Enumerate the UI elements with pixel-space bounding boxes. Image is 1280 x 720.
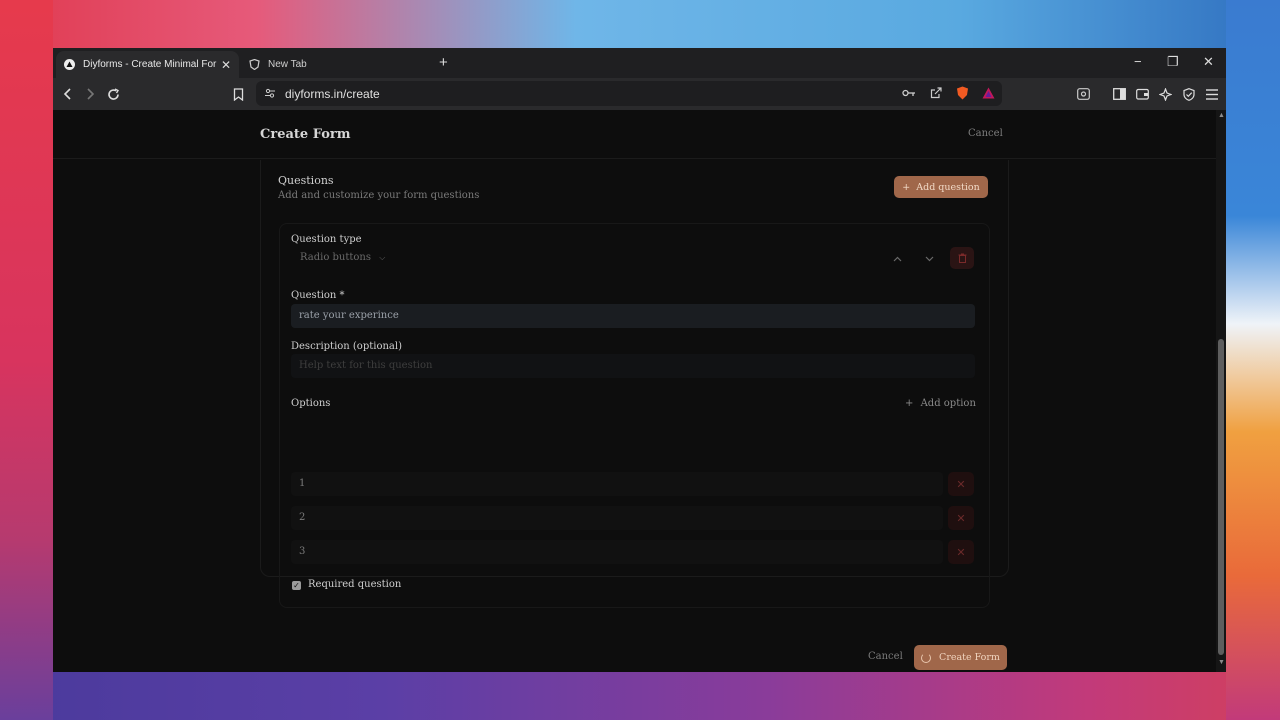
tab-new-tab[interactable]: New Tab [241, 51, 421, 78]
desktop-wallpaper-left [0, 0, 53, 720]
leo-ai-icon[interactable] [1157, 86, 1173, 102]
restore-button[interactable]: ❐ [1167, 54, 1179, 70]
url-text: diyforms.in/create [285, 87, 380, 101]
bookmark-icon[interactable] [230, 86, 246, 102]
loading-spinner-icon [921, 652, 932, 663]
description-label: Description (optional) [291, 341, 402, 352]
chevron-down-icon: ⌵ [379, 253, 386, 262]
desktop-wallpaper-right [1226, 0, 1280, 720]
desktop-wallpaper-bottom [0, 668, 1280, 720]
brave-shields-icon[interactable] [954, 85, 970, 101]
option-input-3[interactable]: 3 [291, 540, 943, 564]
remove-option-2-icon[interactable]: ✕ [948, 506, 974, 530]
create-form-button[interactable]: Create Form [914, 645, 1007, 670]
scroll-up-icon[interactable]: ▲ [1218, 112, 1225, 119]
add-option-button[interactable]: + Add option [905, 398, 976, 409]
page-title: Create Form [260, 127, 351, 142]
option-value: 1 [299, 478, 306, 489]
forward-icon[interactable] [82, 86, 98, 102]
questions-title: Questions [278, 174, 334, 187]
questions-subtitle: Add and customize your form questions [278, 190, 480, 201]
brave-shield-icon [249, 59, 260, 70]
question-label: Question * [291, 290, 345, 301]
browser-window: Diyforms - Create Minimal Forms ✕ New Ta… [53, 48, 1226, 672]
sidebar-icon[interactable] [1111, 86, 1127, 102]
close-window-button[interactable]: ✕ [1203, 54, 1214, 70]
question-type-label: Question type [291, 234, 362, 245]
footer-cancel-button[interactable]: Cancel [868, 651, 903, 662]
add-option-label: Add option [920, 398, 976, 409]
option-input-1[interactable]: 1 [291, 472, 943, 496]
screenshot-icon[interactable] [1075, 86, 1091, 102]
create-form-label: Create Form [939, 652, 1000, 663]
page-scrollbar[interactable]: ▲ ▼ [1216, 110, 1226, 672]
menu-icon[interactable] [1204, 86, 1220, 102]
page-content: Create Form Cancel Questions Add and cus… [53, 110, 1226, 672]
reload-icon[interactable] [105, 86, 121, 102]
key-icon[interactable] [901, 85, 917, 101]
vpn-icon[interactable] [1181, 86, 1197, 102]
plus-icon: + [905, 398, 914, 409]
tab-title: Diyforms - Create Minimal Forms [83, 59, 217, 70]
options-label: Options [291, 398, 331, 409]
question-input[interactable]: rate your experince [291, 304, 975, 328]
brave-rewards-icon[interactable] [980, 85, 996, 101]
add-question-button[interactable]: + Add question [894, 176, 988, 198]
add-question-label: Add question [916, 181, 980, 193]
site-settings-icon[interactable] [262, 85, 278, 101]
new-tab-button[interactable]: + [439, 54, 448, 71]
move-down-icon[interactable] [918, 249, 940, 269]
wallet-icon[interactable] [1134, 86, 1150, 102]
close-tab-icon[interactable]: ✕ [221, 58, 231, 72]
question-type-select[interactable]: Radio buttons ⌵ [300, 252, 385, 263]
option-value: 3 [299, 546, 306, 557]
remove-option-1-icon[interactable]: ✕ [948, 472, 974, 496]
question-type-value: Radio buttons [300, 252, 371, 263]
required-checkbox[interactable]: ✓ [292, 581, 301, 590]
option-value: 2 [299, 512, 306, 523]
plus-icon: + [902, 181, 911, 193]
tab-title: New Tab [268, 59, 307, 70]
remove-option-3-icon[interactable]: ✕ [948, 540, 974, 564]
header-cancel-button[interactable]: Cancel [968, 128, 1003, 139]
scroll-down-icon[interactable]: ▼ [1218, 659, 1225, 666]
tab-diyforms[interactable]: Diyforms - Create Minimal Forms ✕ [56, 51, 239, 78]
move-up-icon[interactable] [886, 249, 908, 269]
option-input-2[interactable]: 2 [291, 506, 943, 530]
address-bar[interactable]: diyforms.in/create [256, 81, 1002, 106]
share-icon[interactable] [928, 85, 944, 101]
browser-toolbar: diyforms.in/create [53, 78, 1226, 110]
tab-bar: Diyforms - Create Minimal Forms ✕ New Ta… [53, 48, 1226, 78]
trash-icon [958, 253, 966, 263]
delete-question-button[interactable] [950, 247, 974, 269]
description-input[interactable]: Help text for this question [291, 354, 975, 378]
scrollbar-thumb[interactable] [1218, 339, 1224, 655]
diyforms-logo-icon [64, 59, 75, 70]
description-placeholder: Help text for this question [299, 360, 433, 371]
question-input-value: rate your experince [299, 310, 399, 321]
required-label: Required question [308, 579, 402, 590]
page-header: Create Form Cancel [53, 110, 1216, 159]
minimize-button[interactable]: − [1134, 54, 1142, 69]
back-icon[interactable] [60, 86, 76, 102]
